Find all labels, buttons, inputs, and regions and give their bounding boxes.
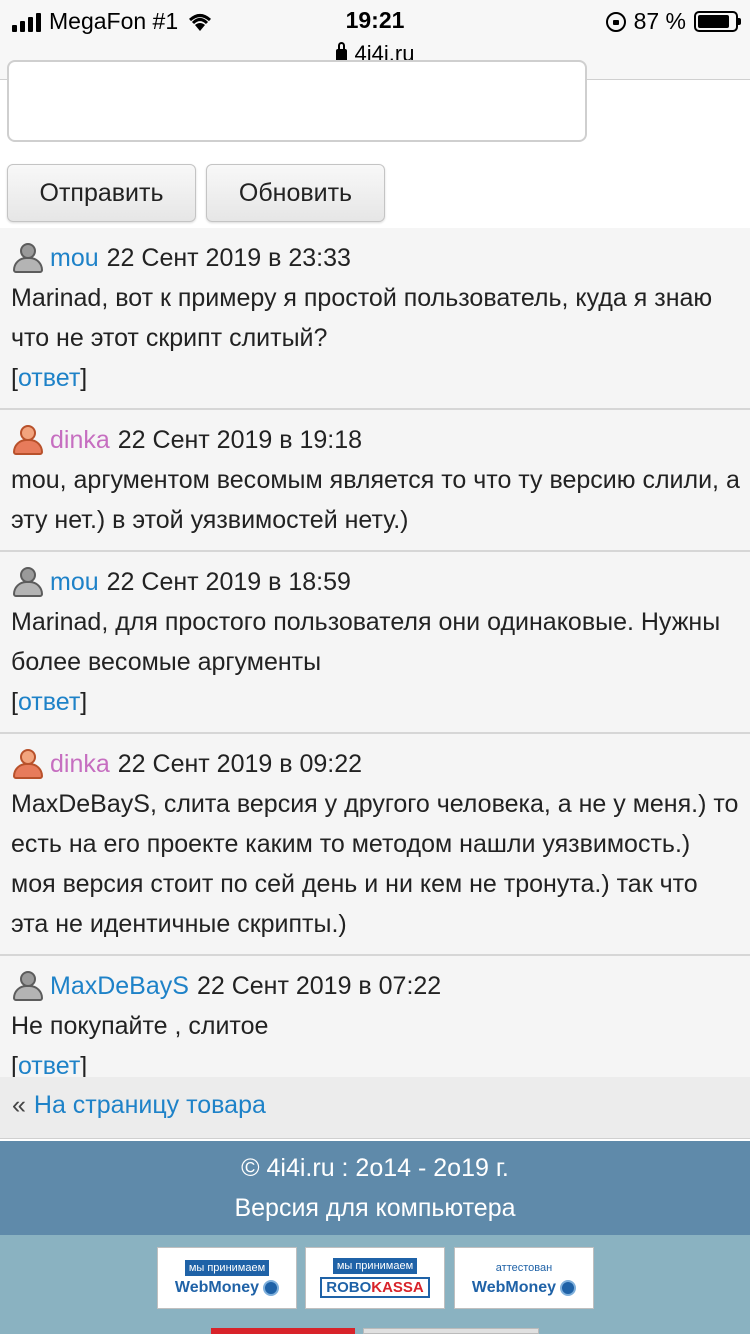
comment-date: 22 Сент 2019 в 07:22	[196, 972, 442, 1000]
battery-percent: 87 %	[633, 8, 686, 34]
comment-header: dinka 22 Сент 2019 в 19:18	[11, 420, 740, 460]
badge-brand: WebMoney	[174, 1278, 280, 1297]
badge-brand: WebMoney	[471, 1278, 577, 1297]
comment-date: 22 Сент 2019 в 09:22	[117, 750, 363, 778]
robokassa-logo-a: ROBO	[326, 1279, 372, 1296]
webmoney-globe-icon	[263, 1279, 280, 1296]
payment-badges: мы принимаем WebMoney мы принимаем ROBOK…	[0, 1235, 750, 1334]
back-to-product-link[interactable]: На страницу товара	[34, 1091, 266, 1119]
comment-text: Marinad, вот к примеру я простой пользов…	[11, 284, 713, 352]
comment-author[interactable]: dinka	[50, 744, 110, 784]
comment-text: MaxDeBayS, слита версия у другого челове…	[11, 790, 739, 938]
user-avatar-icon	[11, 425, 45, 455]
reply-link[interactable]: ответ	[18, 1052, 80, 1080]
comment-item: mou 22 Сент 2019 в 23:33 Marinad, вот к пр…	[0, 228, 750, 410]
comment-text: mou, аргументом весомым является то что …	[11, 466, 740, 534]
rotation-lock-icon	[605, 11, 626, 32]
webmoney-attested-badge[interactable]: аттестован WebMoney	[454, 1247, 594, 1309]
comment-text: Marinad, для простого пользователя они о…	[11, 608, 721, 676]
back-to-product: « На страницу товара	[0, 1077, 750, 1139]
back-arrow: «	[12, 1091, 26, 1119]
send-button[interactable]: Отправить	[7, 164, 196, 222]
user-avatar-icon	[11, 567, 45, 597]
refresh-button[interactable]: Обновить	[206, 164, 385, 222]
comment-author[interactable]: mou	[50, 238, 99, 278]
comment-date: 22 Сент 2019 в 19:18	[117, 426, 363, 454]
robokassa-badge[interactable]: мы принимаем ROBOKASSA	[305, 1247, 445, 1309]
badge-caption: аттестован	[495, 1261, 553, 1274]
badge-caption: мы принимаем	[184, 1259, 270, 1276]
comment-author[interactable]: MaxDeBayS	[50, 966, 189, 1006]
webmoney-accept-badge[interactable]: мы принимаем WebMoney	[157, 1247, 297, 1309]
reply-row: [ответ]	[11, 688, 88, 716]
battery-icon	[694, 11, 741, 32]
comment-author[interactable]: dinka	[50, 420, 110, 460]
badge-brand-text: WebMoney	[471, 1278, 557, 1296]
comment-header: MaxDeBayS 22 Сент 2019 в 07:22	[11, 966, 740, 1006]
badge-caption: мы принимаем	[332, 1258, 418, 1274]
comment-textarea[interactable]	[7, 60, 587, 142]
comment-item: mou 22 Сент 2019 в 18:59 Marinad, для прос…	[0, 552, 750, 734]
comment-header: mou 22 Сент 2019 в 23:33	[11, 238, 740, 278]
reply-row: [ответ]	[11, 364, 88, 392]
badge-brand-text: WebMoney	[174, 1278, 260, 1296]
form-buttons: Отправить Обновить	[7, 164, 385, 222]
comment-header: mou 22 Сент 2019 в 18:59	[11, 562, 740, 602]
comment-item: dinka 22 Сент 2019 в 19:18 mou, аргументом…	[0, 410, 750, 552]
desktop-version-link[interactable]: Версия для компьютера	[0, 1188, 750, 1228]
comment-list: mou 22 Сент 2019 в 23:33 Marinad, вот к пр…	[0, 228, 750, 1098]
reply-link[interactable]: ответ	[18, 364, 80, 392]
reply-link[interactable]: ответ	[18, 688, 80, 716]
user-avatar-icon	[11, 749, 45, 779]
comment-item: dinka 22 Сент 2019 в 09:22 MaxDeBayS, слит…	[0, 734, 750, 956]
robokassa-logo: ROBOKASSA	[320, 1277, 430, 1298]
user-avatar-icon	[11, 971, 45, 1001]
comment-header: dinka 22 Сент 2019 в 09:22	[11, 744, 740, 784]
footer: © 4i4i.ru : 2о14 - 2о19 г. Версия для ко…	[0, 1141, 750, 1235]
copyright: © 4i4i.ru : 2о14 - 2о19 г.	[241, 1154, 509, 1182]
counter-badge-grey[interactable]	[363, 1328, 539, 1334]
comment-text: Не покупайте , слитое	[11, 1012, 269, 1040]
robokassa-logo-b: KASSA	[371, 1279, 424, 1296]
webmoney-globe-icon	[560, 1279, 577, 1296]
comment-date: 22 Сент 2019 в 23:33	[106, 244, 351, 272]
comment-author[interactable]: mou	[50, 562, 99, 602]
counter-badge-red[interactable]	[211, 1328, 355, 1334]
status-right: 87 %	[605, 8, 741, 35]
comment-date: 22 Сент 2019 в 18:59	[106, 568, 351, 596]
user-avatar-icon	[11, 243, 45, 273]
